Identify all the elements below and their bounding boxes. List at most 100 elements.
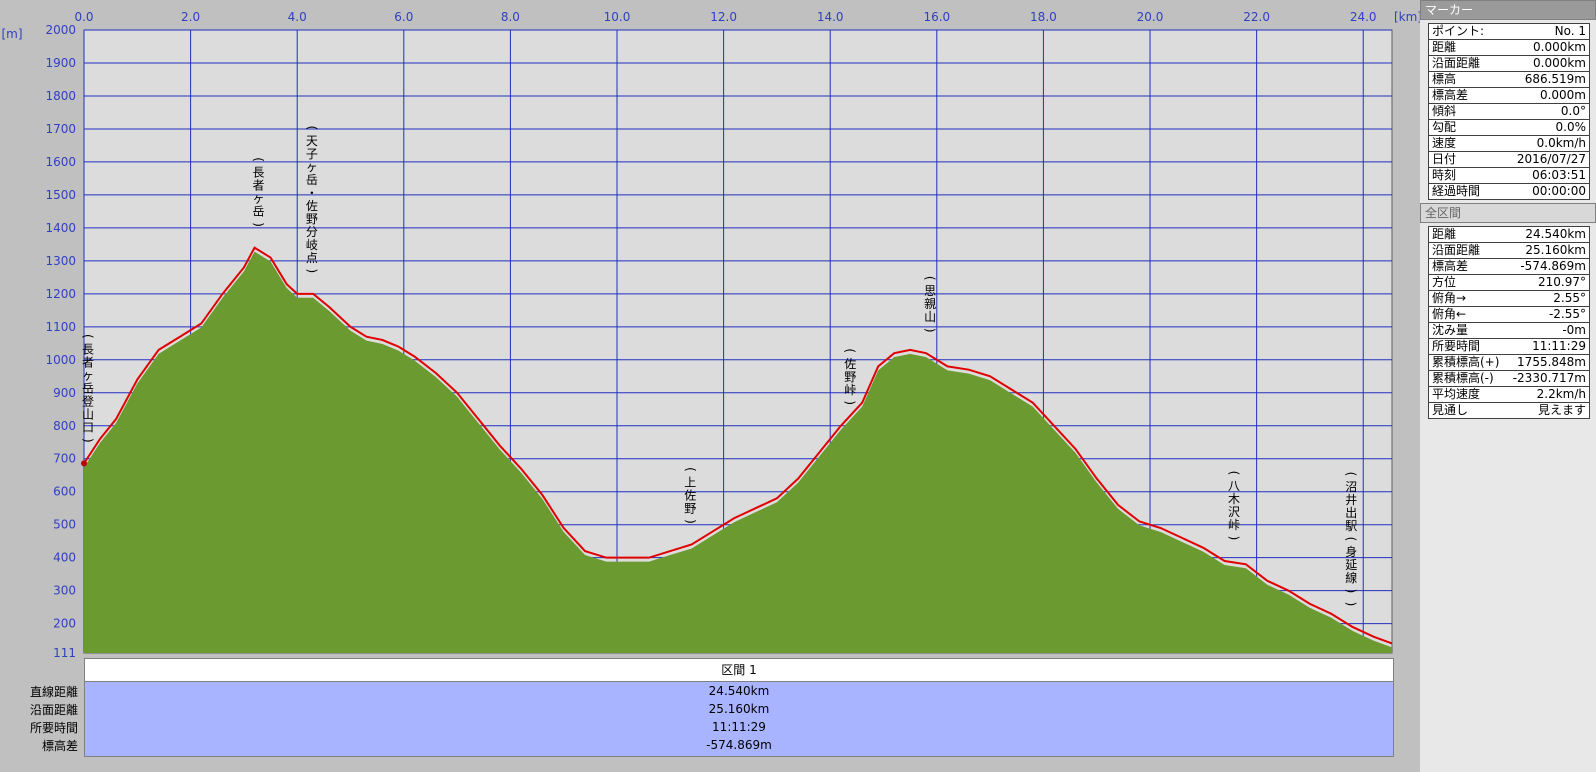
svg-text:者: 者	[253, 179, 265, 193]
y-tick-label: 1700	[45, 122, 76, 136]
total-key: 標高差	[1432, 259, 1469, 273]
marker-row: 速度 0.0km/h	[1429, 136, 1589, 152]
total-key: 累積標高(+)	[1432, 355, 1500, 369]
total-key: 方位	[1432, 275, 1457, 289]
marker-key: 沿面距離	[1432, 56, 1481, 70]
svg-text:木: 木	[1228, 492, 1240, 506]
total-panel-title[interactable]: 全区間	[1420, 203, 1596, 223]
svg-text:親: 親	[924, 297, 936, 311]
y-tick-label: 1300	[45, 254, 76, 268]
marker-value: 0.0%	[1555, 120, 1587, 134]
y-tick-label: 1000	[45, 353, 76, 367]
total-value: 見えます	[1537, 403, 1586, 417]
marker-value: 06:03:51	[1532, 168, 1586, 182]
y-tick-label: 300	[53, 584, 76, 598]
x-tick-label: 12.0	[710, 10, 737, 24]
y-unit-label: [m]	[1, 27, 22, 41]
svg-text:点: 点	[306, 251, 318, 265]
total-value: 1755.848m	[1517, 355, 1586, 369]
y-tick-label: 700	[53, 452, 76, 466]
svg-text:): )	[1227, 536, 1241, 541]
marker-row: 勾配 0.0%	[1429, 120, 1589, 136]
marker-key: 経過時間	[1432, 184, 1481, 198]
svg-text:長: 長	[82, 342, 94, 356]
svg-text:(: (	[683, 467, 697, 472]
svg-text:山: 山	[82, 407, 94, 421]
y-tick-label: 800	[53, 419, 76, 433]
x-unit-label: [km]	[1394, 10, 1420, 24]
svg-text:長: 長	[253, 166, 265, 180]
place-annotation: ( 八木沢峠)	[1227, 471, 1241, 541]
svg-text:八: 八	[1228, 479, 1240, 493]
marker-value: No. 1	[1554, 24, 1586, 38]
x-tick-label: 4.0	[288, 10, 307, 24]
marker-key: 標高差	[1432, 88, 1469, 102]
svg-text:野: 野	[684, 501, 696, 515]
marker-value: 0.000km	[1533, 40, 1586, 54]
total-key: 俯角→	[1432, 291, 1467, 305]
total-key: 見通し	[1432, 403, 1469, 417]
svg-text:峠: 峠	[1228, 517, 1240, 532]
total-value: 2.55°	[1553, 291, 1586, 305]
marker-key: 傾斜	[1432, 104, 1457, 118]
svg-text:岳: 岳	[82, 381, 94, 395]
info-sidebar: マーカー ポイント: No. 1 距離 0.000km 沿面距離 0.000km 標高 686…	[1420, 0, 1596, 772]
y-tick-label: 1600	[45, 155, 76, 169]
marker-value: 0.0km/h	[1536, 136, 1586, 150]
svg-text:(: (	[1344, 537, 1358, 542]
svg-text:沼: 沼	[1345, 480, 1357, 494]
y-tick-label: 111	[53, 646, 76, 660]
svg-text:): )	[305, 268, 319, 273]
x-tick-label: 16.0	[923, 10, 950, 24]
total-value: -574.869m	[1520, 259, 1586, 273]
y-tick-label: 1800	[45, 89, 76, 103]
place-annotation: (佐野峠)	[843, 348, 857, 405]
total-row: 所要時間 11:11:29	[1429, 339, 1589, 355]
marker-panel-title[interactable]: マーカー	[1420, 0, 1596, 20]
y-tick-label: 500	[53, 518, 76, 532]
svg-text:): )	[81, 438, 95, 443]
y-tick-label: 1900	[45, 56, 76, 70]
segment-header[interactable]: 区間 1	[85, 659, 1393, 682]
svg-text:思: 思	[924, 284, 936, 298]
svg-text:ヶ: ヶ	[82, 368, 94, 382]
total-value: 24.540km	[1525, 227, 1586, 241]
total-value: -0m	[1562, 323, 1586, 337]
y-tick-label: 1100	[45, 320, 76, 334]
marker-row: 標高差 0.000m	[1429, 88, 1589, 104]
svg-text:(: (	[1344, 472, 1358, 477]
marker-row: 傾斜 0.0°	[1429, 104, 1589, 120]
svg-text:(: (	[1227, 471, 1241, 476]
total-value: -2.55°	[1548, 307, 1586, 321]
marker-key: 距離	[1432, 40, 1457, 54]
svg-text:者: 者	[82, 355, 94, 369]
svg-text:沢: 沢	[1228, 505, 1240, 519]
svg-text:身: 身	[1345, 544, 1357, 559]
total-key: 俯角←	[1432, 307, 1467, 321]
summary-labels: 直線距離 沿面距離 所要時間 標高差	[8, 683, 78, 755]
elevation-profile-chart[interactable]: 0.0 2.0 4.0 6.0 8.0 10.0 12.0 14.0 16.0 18.0 20.0 2…	[0, 0, 1420, 772]
y-tick-label: 900	[53, 386, 76, 400]
place-annotation: (長者ヶ岳登山口)	[81, 334, 95, 443]
place-annotation: (上佐野)	[683, 467, 697, 524]
marker-value: 686.519m	[1524, 72, 1586, 86]
marker-key: 日付	[1432, 152, 1457, 166]
x-tick-label: 10.0	[604, 10, 631, 24]
marker-value: 2016/07/27	[1516, 152, 1586, 166]
marker-value: 0.0°	[1560, 104, 1586, 118]
summary-label: 標高差	[41, 739, 78, 753]
total-row: 沿面距離 25.160km	[1429, 243, 1589, 259]
svg-text:岳: 岳	[306, 173, 318, 187]
x-tick-label: 20.0	[1137, 10, 1164, 24]
svg-text:(: (	[923, 276, 937, 281]
place-annotation: (思親山)	[923, 276, 937, 333]
y-tick-label: 1500	[45, 188, 76, 202]
svg-text:山: 山	[924, 310, 936, 324]
elevation-chart-svg[interactable]: 0.0 2.0 4.0 6.0 8.0 10.0 12.0 14.0 16.0 18.0 20.0 2…	[0, 0, 1420, 772]
svg-text:野: 野	[306, 212, 318, 226]
x-tick-label: 8.0	[501, 10, 520, 24]
marker-row: 経過時間 00:00:00	[1429, 184, 1589, 199]
svg-text:上: 上	[684, 475, 696, 489]
marker-row: ポイント: No. 1	[1429, 24, 1589, 40]
svg-text:天: 天	[306, 134, 318, 148]
